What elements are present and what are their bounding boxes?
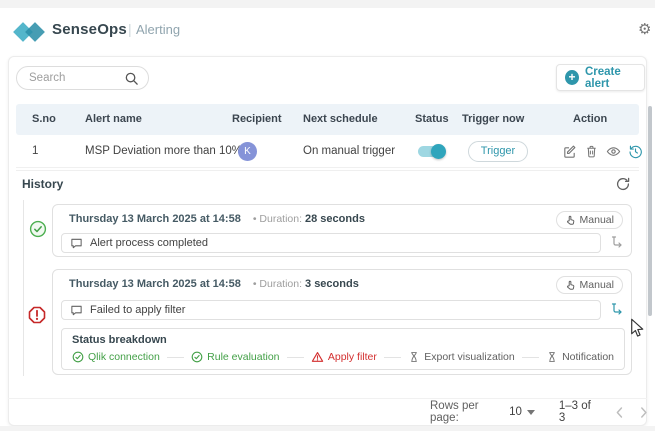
entry-meta: Thursday 13 March 2025 at 14:58 • Durati… [69,278,359,290]
entry-meta: Thursday 13 March 2025 at 14:58 • Durati… [69,213,365,225]
settings-gear-icon[interactable]: ⚙ [638,22,651,37]
manual-badge-label: Manual [579,279,614,291]
status-toggle[interactable] [418,144,446,159]
step-connector [166,356,185,358]
row-actions [562,144,643,159]
step-check-icon [72,351,84,363]
alerting-page: SenseOps | Alerting ⚙ + Create alert S.n… [0,0,655,431]
rows-per-page-label: Rows per page: [430,400,479,424]
status-breakdown-panel: Status breakdown Qlik connection Rule ev… [61,328,625,370]
rows-per-page-value: 10 [509,406,522,418]
entry-message: Alert process completed [90,237,208,249]
trigger-now-button[interactable]: Trigger [468,141,528,162]
logo-diamond-right [25,22,45,42]
chevron-left-icon[interactable] [616,406,623,419]
search-input[interactable] [29,67,127,89]
run-history-icon[interactable] [628,144,643,159]
col-next-schedule: Next schedule [303,113,378,125]
step-qlik-connection: Qlik connection [72,351,160,363]
entry-message-box: Failed to apply filter [61,300,601,320]
plus-circle-icon: + [565,70,579,85]
create-alert-label: Create alert [584,65,621,90]
search-icon[interactable] [124,71,139,86]
comment-icon [71,238,82,248]
col-action: Action [573,113,608,125]
rows-per-page-select[interactable]: 10 [509,406,535,418]
pagination-range: 1–3 of 3 [558,400,591,424]
entry-message: Failed to apply filter [90,304,186,316]
entry-timestamp: Thursday 13 March 2025 at 14:58 [69,213,241,225]
refresh-icon[interactable] [615,176,631,192]
brand-title: SenseOps [52,21,127,38]
view-icon[interactable] [606,144,621,159]
entry-duration-value: 28 seconds [305,213,365,225]
entry-duration-label: • Duration: [252,213,303,225]
recipient-avatar: K [238,142,257,161]
entry-duration-value: 3 seconds [305,278,359,290]
entry-message-box: Alert process completed [61,233,601,253]
history-timeline-line [23,200,24,376]
pagination-bar: Rows per page: 10 1–3 of 3 [430,399,647,425]
step-hourglass-icon [411,352,417,362]
col-status: Status [415,113,449,125]
step-check-icon [191,351,203,363]
top-strip [0,0,655,8]
history-separator [16,170,639,171]
brand-divider: | [128,21,132,37]
scrollbar-thumb[interactable] [648,106,652,316]
step-label: Qlik connection [88,351,160,363]
step-hourglass-icon [549,352,555,362]
create-alert-button[interactable]: + Create alert [556,64,645,91]
step-connector [286,356,304,358]
bottom-strip [0,426,655,431]
toggle-thumb [431,144,446,159]
manual-badge: Manual [555,211,623,229]
status-breakdown-steps: Qlik connection Rule evaluation Apply fi… [72,351,614,363]
status-breakdown-title: Status breakdown [72,334,167,346]
history-heading: History [22,177,64,191]
senseops-logo-icon [13,20,48,44]
delete-icon[interactable] [584,144,599,159]
entry-timestamp: Thursday 13 March 2025 at 14:58 [69,278,241,290]
step-label: Notification [562,351,615,363]
chevron-right-icon[interactable] [640,406,647,419]
edit-icon[interactable] [562,144,577,159]
manual-badge-label: Manual [579,214,614,226]
manual-badge: Manual [555,276,623,294]
table-row: 1 MSP Deviation more than 10% K On manua… [16,135,642,168]
step-label: Export visualization [424,351,515,363]
comment-icon [71,305,82,315]
row-next-schedule: On manual trigger [303,145,396,157]
history-entry-error: Thursday 13 March 2025 at 14:58 • Durati… [52,269,632,375]
step-connector [521,356,540,358]
step-connector [383,356,402,358]
success-check-icon [29,220,47,238]
error-octagon-icon [28,306,46,324]
step-rule-evaluation: Rule evaluation [191,351,280,363]
step-warning-icon [311,351,324,362]
manual-hand-icon [566,215,574,225]
history-entry-success: Thursday 13 March 2025 at 14:58 • Durati… [52,204,632,257]
step-notification: Notification [546,351,614,363]
row-alert-name: MSP Deviation more than 10% [85,145,243,157]
step-apply-filter: Apply filter [311,351,377,363]
col-alert-name: Alert name [85,113,142,125]
step-label: Apply filter [327,351,377,363]
col-trigger-now: Trigger now [462,113,525,125]
row-sno: 1 [32,145,39,157]
step-label: Rule evaluation [207,351,280,363]
expand-flow-icon-active[interactable] [610,302,624,316]
caret-down-icon [526,409,535,415]
search-box[interactable] [16,66,149,90]
entry-duration-label: • Duration: [252,278,303,290]
table-header-row: S.no Alert name Recipient Next schedule … [16,104,639,135]
page-title: Alerting [136,22,181,37]
expand-flow-icon[interactable] [610,235,624,249]
manual-hand-icon [566,280,574,290]
step-export-visualization: Export visualization [408,351,515,363]
col-sno: S.no [32,113,56,125]
col-recipient: Recipient [232,113,282,125]
